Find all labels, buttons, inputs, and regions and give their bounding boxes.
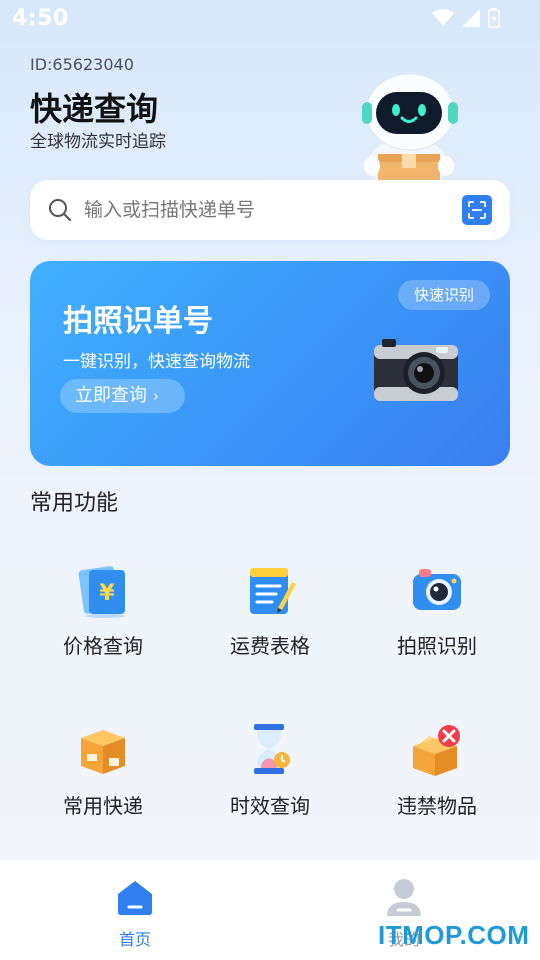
signal-icon	[462, 9, 480, 27]
wifi-icon	[432, 9, 454, 27]
user-icon	[385, 878, 423, 922]
battery-charging-icon	[488, 8, 500, 28]
notepad-icon	[242, 562, 298, 618]
query-now-label: 立即查询	[75, 385, 147, 406]
banner-tag: 快速识别	[398, 280, 490, 310]
search-bar[interactable]	[30, 180, 510, 240]
chevron-right-icon: ›	[153, 387, 159, 405]
feature-label: 拍照识别	[397, 634, 477, 658]
feature-label: 违禁物品	[397, 794, 477, 818]
feature-label: 运费表格	[230, 634, 310, 658]
user-id: ID:65623040	[30, 55, 134, 74]
banner-title: 拍照识单号	[63, 304, 213, 339]
feature-prohibited-items[interactable]: 违禁物品	[362, 722, 512, 832]
feature-timeliness-query[interactable]: 时效查询	[195, 722, 345, 832]
query-now-button[interactable]: 立即查询 ›	[60, 379, 185, 413]
search-input[interactable]	[84, 190, 444, 230]
feature-photo-recognition[interactable]: 拍照识别	[362, 562, 512, 672]
feature-common-express[interactable]: 常用快递	[28, 722, 178, 832]
watermark: ITMOP.COM	[378, 920, 530, 950]
status-time: 4:50	[12, 6, 69, 31]
feature-label: 常用快递	[63, 794, 143, 818]
nav-item-home[interactable]: 首页	[95, 878, 175, 949]
feature-shipping-table[interactable]: 运费表格	[195, 562, 345, 672]
nav-label-home: 首页	[118, 930, 151, 949]
forbidden-box-icon	[409, 722, 465, 778]
price-tag-icon: ¥	[75, 562, 131, 618]
svg-text:¥: ¥	[99, 581, 115, 606]
package-box-icon	[75, 722, 131, 778]
feature-label: 时效查询	[230, 794, 310, 818]
robot-mascot-icon	[356, 72, 466, 190]
camera-icon	[368, 333, 464, 409]
status-icons	[432, 8, 500, 28]
photo-recognition-banner[interactable]: 拍照识单号 一键识别，快速查询物流 立即查询 › 快速识别	[30, 261, 510, 466]
home-icon	[115, 878, 155, 922]
search-icon	[48, 198, 72, 226]
banner-description: 一键识别，快速查询物流	[63, 352, 250, 372]
hourglass-icon	[242, 722, 298, 778]
status-bar: 4:50	[0, 0, 540, 38]
camera-icon	[409, 562, 465, 618]
page-title: 快递查询	[30, 90, 159, 128]
section-title: 常用功能	[30, 491, 119, 516]
feature-label: 价格查询	[63, 634, 143, 658]
page-subtitle: 全球物流实时追踪	[30, 132, 166, 152]
feature-price-query[interactable]: ¥ 价格查询	[28, 562, 178, 672]
scan-icon[interactable]	[462, 195, 492, 225]
